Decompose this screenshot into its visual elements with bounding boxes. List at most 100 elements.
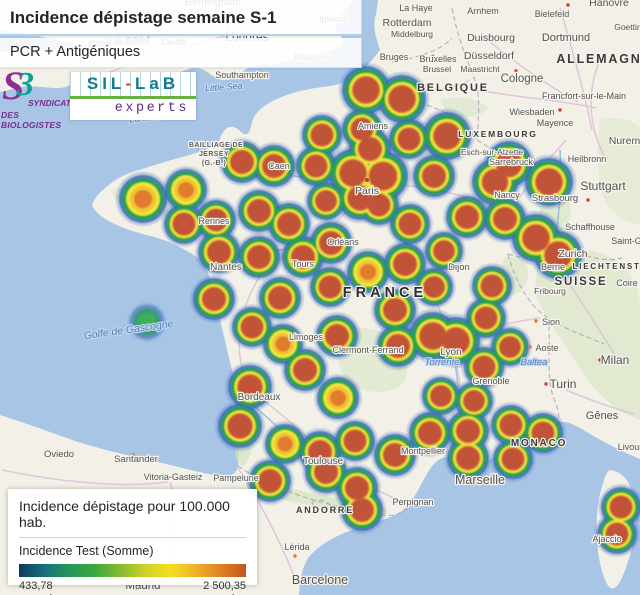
map-label-d-sseldorf: Düsseldorf [464, 50, 514, 62]
heat-blob-ring[interactable] [339, 159, 367, 187]
map-label-goettingue: Goettingue [614, 22, 640, 32]
sil-lab-dash: - [125, 74, 135, 93]
heat-blob-ring[interactable] [481, 275, 503, 297]
report-canvas: LondresBirminghamIpswichMaidstoneSoutham… [0, 0, 640, 595]
heat-blob-ring[interactable] [398, 128, 420, 150]
map-label-bruges: Bruges [380, 52, 409, 62]
heat-blob-ring[interactable] [502, 448, 524, 470]
map-label-cologne: Cologne [501, 73, 544, 85]
heat-blob-ring[interactable] [319, 276, 341, 298]
legend-series-label: Incidence Test (Somme) [19, 544, 154, 558]
heat-blob-ring[interactable] [277, 212, 301, 236]
heat-blob-ring[interactable] [456, 446, 480, 470]
map-label-marseille: Marseille [455, 473, 505, 487]
logo-zone: S 3 SYNDICAT DES BIOLOGISTES SIL-LaB exp… [0, 63, 200, 130]
heat-blob-ring[interactable] [456, 419, 480, 443]
heat-blob-ring[interactable] [455, 205, 479, 229]
map-label-suisse: SUISSE [555, 276, 608, 288]
map-label-esch-sur-alzette: Esch-sur-Alzette [461, 147, 524, 157]
map-label-luxembourg: LUXEMBOURG [458, 129, 537, 139]
heat-blob-ring[interactable] [388, 85, 416, 113]
heat-blob-ring[interactable] [433, 240, 455, 262]
map-label-zurich: Zurich [558, 248, 587, 260]
heat-blob-ring[interactable] [258, 469, 282, 493]
map-label-saint-gall: Saint-Gall [611, 236, 640, 246]
heat-blob-ring[interactable] [268, 286, 292, 310]
syndicat-des-biologistes-logo: S 3 SYNDICAT DES BIOLOGISTES [0, 63, 72, 130]
heat-blob-ring[interactable] [277, 436, 293, 452]
heat-blob-ring[interactable] [535, 168, 563, 196]
map-label-livourne: Livourne [618, 442, 640, 452]
heat-blob-ring[interactable] [493, 207, 517, 231]
heat-blob-ring[interactable] [475, 307, 497, 329]
heat-blob-ring[interactable] [202, 287, 226, 311]
sil-lab-logo-wordmark: SIL-LaB [70, 72, 196, 99]
heat-blob-ring[interactable] [178, 182, 194, 198]
legend-max-value: 2 500,35 [203, 580, 246, 592]
city-dot [534, 319, 538, 323]
heat-blob-ring[interactable] [207, 240, 231, 264]
heat-blob-ring[interactable] [383, 298, 407, 322]
heat-blob-ring[interactable] [305, 155, 327, 177]
heat-blob-ring[interactable] [330, 390, 346, 406]
legend-divider [19, 537, 246, 538]
heat-blob-ring[interactable] [358, 137, 382, 161]
map-label-bielefeld: Bielefeld [535, 9, 570, 19]
heat-blob-ring[interactable] [433, 122, 461, 150]
city-dot [365, 178, 369, 182]
heat-blob-ring[interactable] [368, 194, 390, 216]
heat-blob-ring[interactable] [393, 252, 417, 276]
report-subtitle: PCR + Antigéniques [0, 38, 362, 68]
sil-lab-part1: SIL [86, 74, 126, 93]
heat-blob-ring[interactable] [419, 322, 447, 350]
map-label-arnhem: Arnhem [467, 6, 499, 16]
map-label-bordeaux: Bordeaux [238, 392, 281, 403]
map-label-nantes: Nantes [210, 262, 242, 273]
heat-blob-ring[interactable] [360, 264, 376, 280]
heat-blob-ring[interactable] [500, 414, 522, 436]
heat-blob-ring[interactable] [499, 336, 521, 358]
heat-blob-ring[interactable] [293, 358, 317, 382]
heat-blob-ring[interactable] [463, 390, 485, 412]
map-label-grenoble: Grenoble [472, 376, 509, 386]
map-label-bailliage-de: BAILLIAGE DE [189, 142, 243, 149]
heat-blob-ring[interactable] [352, 76, 380, 104]
map-label-wiesbaden: Wiesbaden [509, 107, 554, 117]
legend-title: Incidence dépistage pour 100.000 hab. [19, 498, 230, 530]
map-label-tours: Tours [292, 259, 315, 269]
map-label-limoges: Limoges [289, 332, 324, 342]
sil-lab-part2: LaB [135, 74, 180, 93]
map-label--g-b-: (G.-B.) [202, 160, 226, 167]
heat-blob-ring[interactable] [399, 213, 421, 235]
heat-blob-ring[interactable] [247, 199, 271, 223]
map-label-berne: Berne [541, 262, 565, 272]
heat-blob-ring[interactable] [345, 476, 369, 500]
map-label-nancy: Nancy [494, 190, 520, 200]
heat-blob-ring[interactable] [522, 224, 550, 252]
map-label-mayence: Mayence [537, 118, 574, 128]
heat-blob-ring[interactable] [133, 189, 153, 209]
heat-blob-ring[interactable] [311, 124, 333, 146]
map-label-stuttgart: Stuttgart [580, 179, 626, 193]
heat-blob-ring[interactable] [325, 324, 349, 348]
map-label-strasbourg: Strasbourg [532, 193, 578, 204]
heat-blob-ring[interactable] [241, 316, 263, 338]
legend-max: 2 500,35 ou plus [203, 580, 246, 595]
heat-blob-ring[interactable] [610, 496, 632, 518]
heat-blob-ring[interactable] [473, 356, 495, 378]
heat-blob-ring[interactable] [230, 150, 254, 174]
sil-lab-experts-text: experts [114, 101, 189, 116]
heat-blob-ring[interactable] [315, 190, 337, 212]
heat-blob-ring[interactable] [418, 421, 442, 445]
syndicat-logo-text: SYNDICAT [28, 98, 71, 108]
heat-blob-ring[interactable] [247, 245, 271, 269]
heat-blob-ring[interactable] [422, 164, 446, 188]
map-label-santander: Santander [114, 454, 158, 465]
legend-min: 433,78 ou moins [19, 580, 64, 595]
heat-blob-ring[interactable] [173, 213, 195, 235]
map-label-liechtenstein: LIECHTENSTEIN [573, 262, 640, 271]
map-label-belgique: BELGIQUE [417, 82, 489, 94]
heat-blob-ring[interactable] [344, 430, 366, 452]
heat-blob-ring[interactable] [228, 414, 252, 438]
heat-blob-ring[interactable] [430, 385, 452, 407]
